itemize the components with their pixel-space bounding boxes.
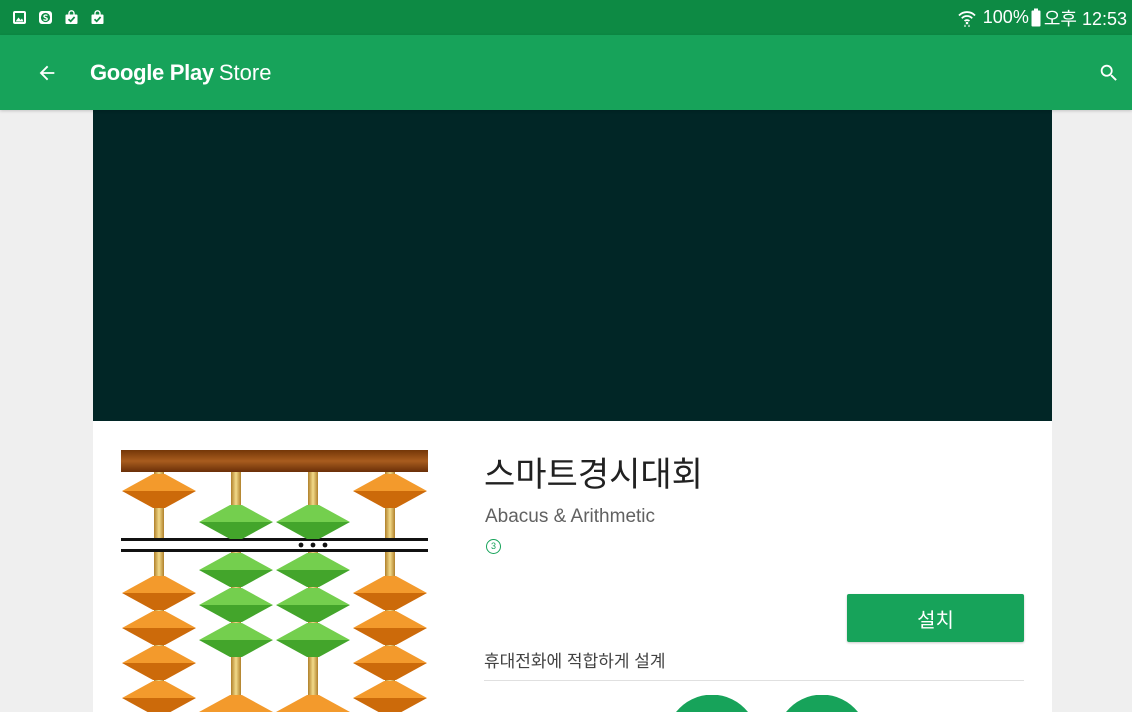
abacus-bead-bottom <box>353 698 427 712</box>
abacus-bead <box>276 553 350 587</box>
abacus-bead-bottom <box>122 698 196 712</box>
app-title: 스마트경시대회 <box>484 456 703 494</box>
abacus-bead <box>353 576 427 610</box>
abacus-bead-top <box>353 611 427 628</box>
abacus-bead-top <box>199 505 273 522</box>
app-notification-icon <box>39 11 52 24</box>
search-icon <box>1100 64 1117 81</box>
abacus-bead-top <box>122 681 196 698</box>
abacus-bead-top <box>199 553 273 570</box>
abacus-bead-top <box>276 505 350 522</box>
abacus-bead-top <box>276 553 350 570</box>
abacus-bead-top <box>199 588 273 605</box>
abacus-bead-top <box>122 576 196 593</box>
abacus-bead-top <box>353 681 427 698</box>
abacus-bead <box>122 646 196 680</box>
gallery-icon <box>13 11 26 24</box>
status-bar: 100% 오후 12:53 <box>0 0 1132 35</box>
abacus-bead-top <box>122 611 196 628</box>
wifi-icon <box>958 10 976 27</box>
abacus-bead-bottom <box>199 522 273 539</box>
abacus-bead-bottom <box>276 570 350 587</box>
back-arrow-icon <box>39 65 55 81</box>
abacus-beam-line <box>121 538 428 541</box>
abacus-bead-bottom <box>276 522 350 539</box>
abacus-bead <box>353 646 427 680</box>
info-badge-circle <box>786 695 858 712</box>
abacus-bead-bottom <box>122 628 196 645</box>
abacus-bead-bottom <box>122 491 196 508</box>
abacus-bead <box>199 623 273 657</box>
abacus-bead-top <box>353 474 427 491</box>
feature-graphic <box>93 110 1052 421</box>
abacus-frame <box>121 450 428 472</box>
abacus-bead-bottom <box>353 663 427 680</box>
abacus-bead <box>199 588 273 622</box>
abacus-bead <box>122 474 196 508</box>
abacus-dot <box>298 542 304 548</box>
abacus-bead <box>276 695 350 712</box>
abacus-bead-bottom <box>122 663 196 680</box>
abacus-beam-line <box>121 549 428 552</box>
abacus-bead <box>199 553 273 587</box>
abacus-bead-top <box>122 474 196 491</box>
abacus-bead-bottom <box>199 605 273 622</box>
bag-check-icon <box>65 10 78 24</box>
device-compatibility-note: 휴대전화에 적합하게 설계 <box>484 652 666 671</box>
bag-check-icon <box>91 10 104 24</box>
abacus-bead <box>276 505 350 539</box>
search-button[interactable] <box>1087 49 1131 97</box>
abacus-bead <box>353 681 427 712</box>
info-badge-circle <box>676 695 748 712</box>
abacus-bead-bottom <box>199 640 273 657</box>
abacus-bead-bottom <box>276 640 350 657</box>
abacus-bead-bottom <box>353 593 427 610</box>
abacus-bead-top <box>199 623 273 640</box>
content-rating-badge: 3 <box>486 539 501 554</box>
abacus-bead-bottom <box>353 628 427 645</box>
developer-link[interactable]: Abacus & Arithmetic <box>485 506 655 528</box>
abacus-bead <box>199 695 273 712</box>
abacus-bead-bottom <box>199 570 273 587</box>
content-rating-value: 3 <box>490 541 496 551</box>
status-right: 100% 오후 12:53 <box>957 0 1127 35</box>
app-bar: Google Play Store <box>0 35 1132 110</box>
abacus-bead-top <box>353 576 427 593</box>
abacus-bead <box>122 576 196 610</box>
abacus-bead-top <box>276 695 350 712</box>
app-bar-title-brand: Google Play <box>90 59 214 85</box>
abacus-bead-top <box>276 588 350 605</box>
abacus-bead-bottom <box>122 593 196 610</box>
abacus-beam <box>121 541 428 549</box>
abacus-bead <box>353 611 427 645</box>
abacus-bead <box>122 681 196 712</box>
abacus-bead <box>122 611 196 645</box>
app-bar-title-suffix: Store <box>218 59 272 85</box>
abacus-bead-bottom <box>353 491 427 508</box>
abacus-bead <box>353 474 427 508</box>
abacus-dot <box>310 542 316 548</box>
abacus-bead-top <box>276 623 350 640</box>
abacus-bead <box>276 588 350 622</box>
abacus-bead-top <box>353 646 427 663</box>
app-details-card: 스마트경시대회 Abacus & Arithmetic 3 설치 휴대전화에 적… <box>93 421 1052 712</box>
battery-percent: 100% <box>982 7 1029 27</box>
battery-icon <box>1031 8 1041 27</box>
install-button[interactable]: 설치 <box>847 594 1024 642</box>
status-time: 오후 12:53 <box>1043 8 1127 29</box>
abacus-dot <box>322 542 328 548</box>
back-button[interactable] <box>23 49 71 97</box>
install-button-label: 설치 <box>917 609 954 632</box>
abacus-bead-bottom <box>276 605 350 622</box>
abacus-bead <box>199 505 273 539</box>
abacus-bead-top <box>122 646 196 663</box>
abacus-bead-top <box>199 695 273 712</box>
abacus-bead <box>276 623 350 657</box>
app-bar-title: Google Play Store <box>90 35 271 110</box>
divider <box>484 680 1024 681</box>
app-icon <box>121 450 428 712</box>
